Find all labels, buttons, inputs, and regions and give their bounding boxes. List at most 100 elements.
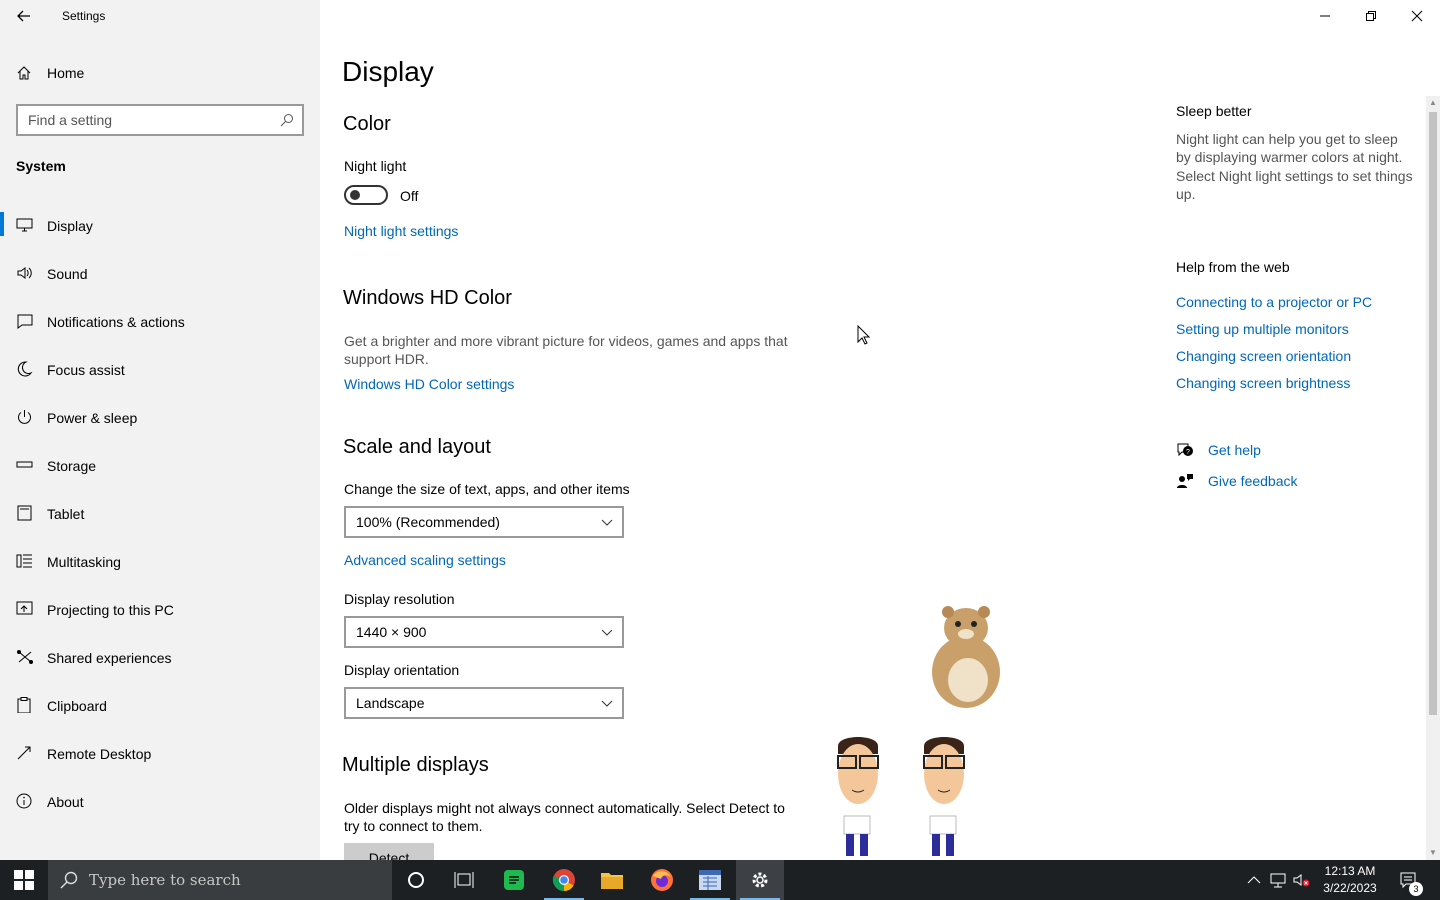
help-link-orientation[interactable]: Changing screen orientation (1176, 348, 1351, 364)
monitor-icon (16, 218, 33, 232)
get-help-link[interactable]: Get help (1208, 442, 1261, 458)
taskbar-search-box[interactable]: Type here to search (48, 860, 392, 900)
sidebar-item-focus-assist[interactable]: Focus assist (0, 352, 320, 400)
firefox-icon (651, 869, 673, 891)
sidebar-item-storage[interactable]: Storage (0, 448, 320, 496)
text-size-label: Change the size of text, apps, and other… (344, 481, 630, 497)
start-button[interactable] (0, 860, 48, 900)
taskbar-app-spreadsheet[interactable] (686, 860, 734, 900)
sidebar-item-clipboard[interactable]: Clipboard (0, 688, 320, 736)
windows-logo-icon (14, 870, 34, 890)
multiple-displays-description: Older displays might not always connect … (344, 800, 785, 816)
taskbar-clock[interactable]: 12:13 AM 3/22/2023 (1310, 863, 1390, 897)
sidebar-item-shared-experiences[interactable]: Shared experiences (0, 640, 320, 688)
sidebar-item-notifications[interactable]: Notifications & actions (0, 304, 320, 352)
minimize-icon (1320, 15, 1330, 17)
help-web-heading: Help from the web (1176, 259, 1290, 275)
scroll-up-icon[interactable]: ▲ (1428, 98, 1438, 108)
detect-button[interactable]: Detect (344, 843, 434, 860)
minimize-button[interactable] (1302, 0, 1348, 32)
notification-count-badge: 3 (1409, 882, 1423, 896)
speaker-icon (17, 267, 32, 279)
orientation-dropdown[interactable]: Landscape (344, 687, 624, 719)
orientation-value: Landscape (356, 695, 425, 711)
page-title: Display (342, 56, 434, 87)
cortana-button[interactable] (392, 860, 440, 900)
cartoon-man-desktop-pet[interactable] (916, 732, 972, 858)
section-label-system: System (16, 158, 66, 174)
sidebar-item-label: Remote Desktop (47, 746, 152, 762)
sidebar-item-remote-desktop[interactable]: Remote Desktop (0, 736, 320, 784)
tablet-icon (17, 505, 32, 521)
scale-dropdown[interactable]: 100% (Recommended) (344, 506, 624, 538)
vertical-scrollbar[interactable]: ▲ ▼ (1426, 96, 1440, 860)
network-icon[interactable] (1269, 871, 1287, 889)
help-link-multiple-monitors[interactable]: Setting up multiple monitors (1176, 321, 1349, 337)
home-nav-item[interactable]: Home (0, 58, 320, 88)
help-link-brightness[interactable]: Changing screen brightness (1176, 375, 1350, 391)
restore-icon (1366, 11, 1376, 21)
close-button[interactable] (1394, 0, 1440, 32)
cartoon-man-desktop-pet[interactable] (830, 732, 886, 858)
window-controls (1302, 0, 1440, 32)
taskbar-search-placeholder: Type here to search (89, 871, 241, 889)
task-view-button[interactable] (440, 860, 488, 900)
system-nav-list: Display Sound Notifications & actions Fo… (0, 208, 320, 832)
find-setting-input[interactable] (18, 106, 268, 134)
night-light-toggle[interactable] (344, 185, 388, 205)
find-setting-search[interactable] (16, 104, 304, 136)
title-bar: Settings (0, 0, 320, 32)
advanced-scaling-link[interactable]: Advanced scaling settings (344, 552, 506, 568)
resolution-dropdown[interactable]: 1440 × 900 (344, 616, 624, 648)
multiple-displays-heading: Multiple displays (342, 754, 489, 776)
clock-time: 12:13 AM (1324, 864, 1376, 878)
svg-text:?: ? (1186, 449, 1190, 456)
sidebar-item-label: Focus assist (47, 362, 125, 378)
scroll-down-icon[interactable]: ▼ (1428, 848, 1438, 858)
app-title: Settings (62, 9, 106, 23)
taskbar-app-file-explorer[interactable] (588, 860, 636, 900)
hamster-desktop-pet[interactable] (924, 602, 1008, 712)
back-arrow-icon (17, 10, 30, 22)
sidebar-item-label: Notifications & actions (47, 314, 185, 330)
taskbar: Type here to search 12:13 AM 3/22/2023 3 (0, 860, 1440, 900)
sidebar: Settings Home System Display Sound Notif… (0, 0, 320, 860)
restore-button[interactable] (1348, 0, 1394, 32)
color-heading: Color (343, 113, 391, 135)
multiple-displays-description-2: try to connect to them. (344, 818, 483, 834)
hd-color-description-2: support HDR. (344, 351, 429, 367)
close-icon (1411, 10, 1423, 22)
search-icon[interactable] (280, 113, 294, 127)
give-feedback-link[interactable]: Give feedback (1208, 473, 1298, 489)
taskbar-app-chrome[interactable] (540, 860, 588, 900)
chevron-down-icon (601, 700, 613, 707)
sidebar-item-power-sleep[interactable]: Power & sleep (0, 400, 320, 448)
scale-layout-heading: Scale and layout (343, 436, 491, 458)
sidebar-item-tablet[interactable]: Tablet (0, 496, 320, 544)
scrollbar-thumb[interactable] (1429, 112, 1437, 715)
taskbar-app-notes[interactable] (490, 860, 538, 900)
sidebar-item-sound[interactable]: Sound (0, 256, 320, 304)
sidebar-item-label: About (47, 794, 84, 810)
remote-desktop-icon (17, 746, 31, 760)
sleep-better-text: Night light can help you get to sleep (1176, 131, 1398, 147)
sidebar-item-projecting[interactable]: Projecting to this PC (0, 592, 320, 640)
taskbar-app-settings[interactable] (736, 860, 784, 900)
sidebar-item-about[interactable]: About (0, 784, 320, 832)
notification-icon (17, 314, 33, 329)
info-icon (16, 793, 32, 809)
sidebar-item-display[interactable]: Display (0, 208, 320, 256)
night-light-state: Off (400, 188, 419, 204)
get-help-icon: ? (1177, 443, 1193, 457)
sidebar-item-label: Shared experiences (47, 650, 172, 666)
sidebar-item-multitasking[interactable]: Multitasking (0, 544, 320, 592)
hd-color-settings-link[interactable]: Windows HD Color settings (344, 376, 514, 392)
chevron-up-icon[interactable] (1245, 871, 1263, 889)
help-link-projector[interactable]: Connecting to a projector or PC (1176, 294, 1372, 310)
clock-date: 3/22/2023 (1323, 881, 1377, 895)
back-button[interactable] (12, 6, 36, 26)
night-light-settings-link[interactable]: Night light settings (344, 223, 458, 239)
home-icon (17, 66, 31, 80)
volume-muted-icon[interactable] (1292, 871, 1310, 889)
taskbar-app-firefox[interactable] (638, 860, 686, 900)
